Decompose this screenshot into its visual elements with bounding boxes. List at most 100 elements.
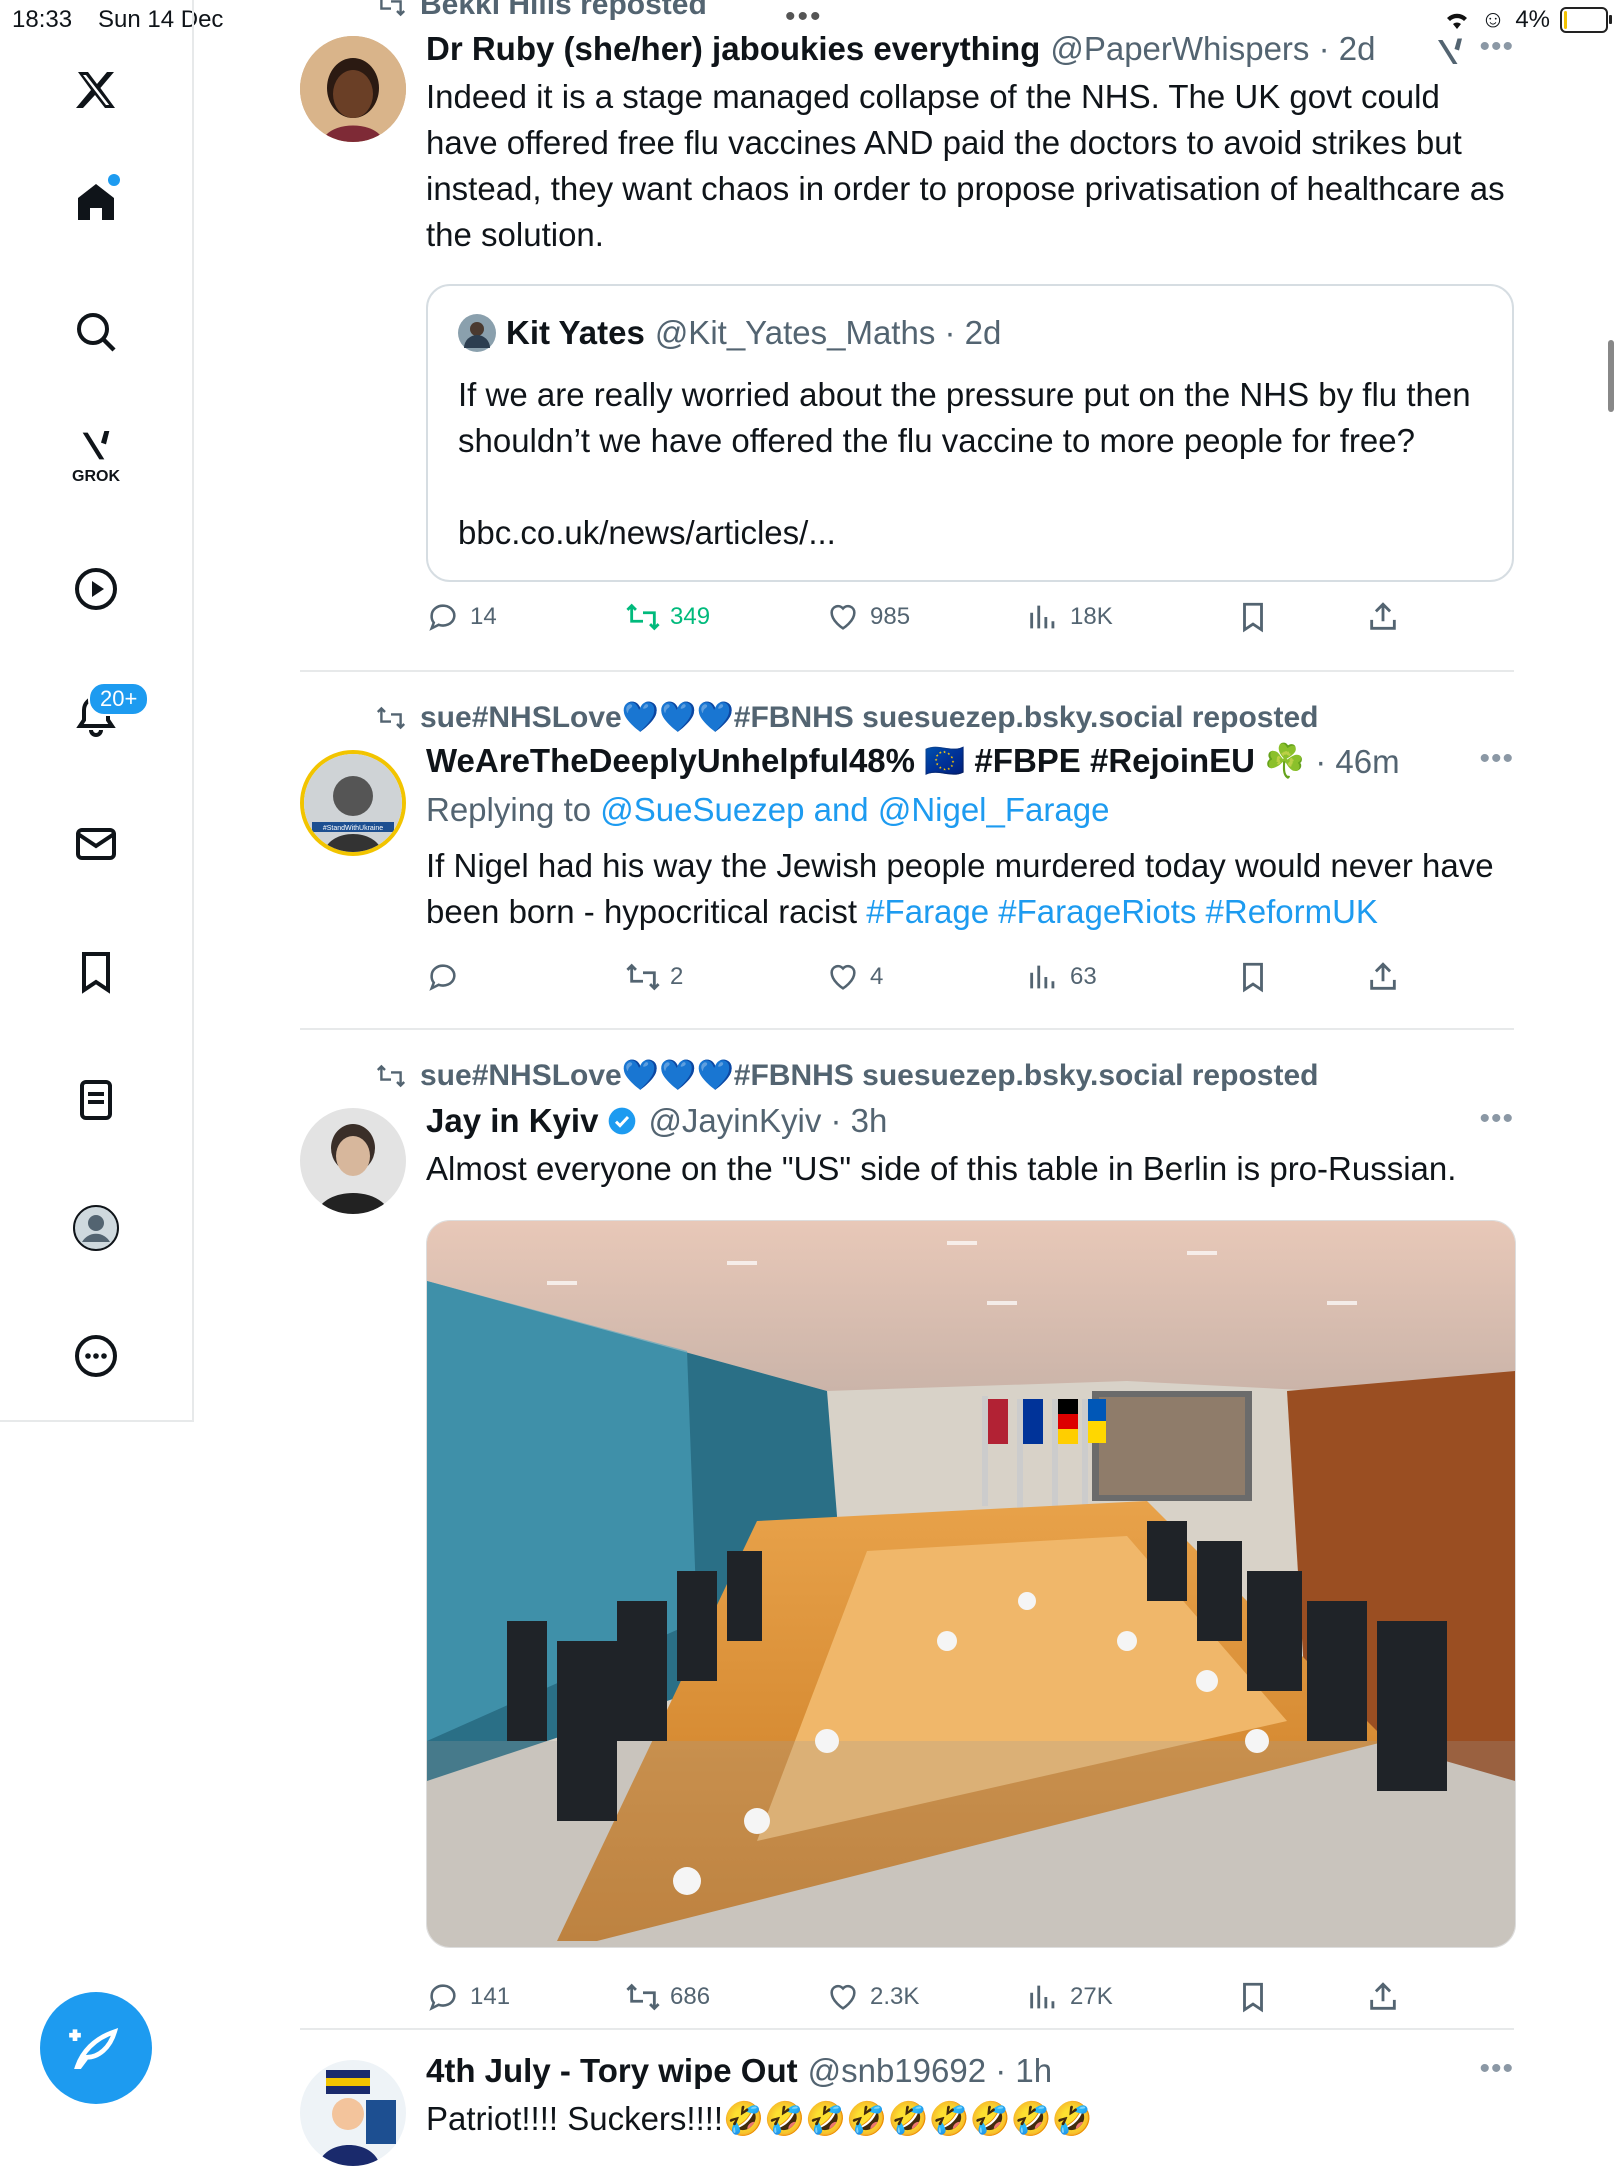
scrollbar-thumb[interactable] [1608,340,1614,412]
repost-by-text: Bekki Hills reposted [420,0,707,21]
more-options-icon[interactable]: ••• [1479,30,1514,64]
author-name[interactable]: 4th July - Tory wipe Out [426,2052,798,2090]
share-icon [1370,1982,1396,2010]
avatar-photo [300,1108,406,1214]
like-button[interactable]: 985 [826,600,910,634]
video-icon[interactable] [60,553,132,625]
avatar-caption: #StandWithUkraine [323,825,383,832]
notifications-badge: 20+ [88,682,150,716]
quoted-tweet[interactable]: Kit Yates @Kit_Yates_Maths · 2d If we ar… [426,284,1514,582]
bookmark-button[interactable] [1236,1980,1270,2014]
avatar-photo [300,36,406,142]
multitask-dots-icon[interactable]: ••• [785,0,823,34]
share-button[interactable] [1366,600,1400,634]
replying-to-handles[interactable]: @SueSuezep and @Nigel_Farage [600,791,1109,828]
share-icon [1370,602,1396,630]
repost-icon [376,1064,406,1087]
tweet-body: WeAreTheDeeplyUnhelpful48% 🇪🇺 #FBPE #Rej… [426,742,1514,935]
grok-icon[interactable]: GROK [60,410,132,485]
repost-by-text: sue#NHSLove💙💙💙#FBNHS suesuezep.bsky.soci… [420,1059,1319,1092]
views-button[interactable]: 27K [1026,1980,1113,2014]
grok-label: GROK [72,468,120,485]
grok-explain-icon[interactable] [1432,34,1468,70]
author-handle[interactable]: @PaperWhispers · 2d [1050,30,1375,68]
repost-button[interactable]: 686 [626,1980,710,2014]
tweet-text: Patriot!!!! Suckers!!!!🤣🤣🤣🤣🤣🤣🤣🤣🤣 [426,2100,1093,2137]
author-name[interactable]: WeAreTheDeeplyUnhelpful48% 🇪🇺 #FBPE #Rej… [426,742,1305,781]
hashtags[interactable]: #Farage #FarageRiots #ReformUK [866,893,1378,930]
avatar[interactable]: #StandWithUkraine [300,750,406,856]
repost-count: 2 [670,963,684,990]
repost-header: sue#NHSLove💙💙💙#FBNHS suesuezep.bsky.soci… [376,700,1318,735]
more-options-icon[interactable]: ••• [1479,1102,1514,1136]
more-options-icon[interactable]: ••• [1479,742,1514,776]
reply-button[interactable] [426,960,470,994]
reply-icon [429,1984,456,2011]
bookmark-button[interactable] [1236,960,1270,994]
reply-button[interactable]: 141 [426,1980,510,2014]
messages-icon[interactable] [60,808,132,880]
quoted-author-name: Kit Yates [506,314,645,351]
quoted-avatar [458,314,496,352]
divider [300,670,1514,672]
avatar[interactable] [300,36,406,142]
repost-icon [376,706,406,729]
repost-button[interactable]: 349 [626,600,710,634]
quoted-header: Kit Yates @Kit_Yates_Maths · 2d [458,314,1001,352]
battery-fill [1564,11,1567,29]
author-name[interactable]: Dr Ruby (she/her) jaboukies everything [426,30,1040,68]
sidebar: GROK 20+ [0,0,194,1422]
quoted-text: If we are really worried about the press… [458,376,1471,459]
replying-to: Replying to @SueSuezep and @Nigel_Farage [426,791,1514,829]
like-count: 2.3K [870,1983,920,2010]
home-icon[interactable] [60,166,132,238]
divider [300,1028,1514,1030]
like-button[interactable]: 2.3K [826,1980,919,2014]
compose-feather-icon [69,2028,119,2069]
post-time[interactable]: · 46m [1315,743,1399,781]
lists-icon[interactable] [60,1064,132,1136]
avatar[interactable] [300,1108,406,1214]
x-logo-icon[interactable] [60,54,132,126]
avatar[interactable] [300,2060,406,2166]
like-button[interactable]: 4 [826,960,883,994]
reply-icon [429,604,456,631]
repost-icon [626,963,660,991]
more-options-icon[interactable]: ••• [1479,2052,1514,2086]
compose-post-button[interactable] [40,1992,152,2104]
more-options-icon[interactable] [60,1320,132,1392]
views-button[interactable]: 63 [1026,960,1097,994]
replying-to-label: Replying to [426,791,592,828]
bookmark-icon [1243,602,1263,633]
tweet-body: Jay in Kyiv @JayinKyiv · 3h ••• Almost e… [426,1102,1514,1192]
tweet-media-image[interactable] [426,1220,1516,1948]
avatar-photo: #StandWithUkraine [304,754,402,852]
reply-button[interactable]: 14 [426,600,497,634]
bookmarks-icon[interactable] [60,936,132,1008]
repost-icon [380,0,406,17]
divider [300,2028,1514,2030]
quoted-link[interactable]: bbc.co.uk/news/articles/... [458,510,836,556]
repost-count: 686 [670,1983,711,2010]
repost-header: Bekki Hills reposted [376,0,707,22]
view-count: 27K [1070,1983,1113,2010]
repost-header: sue#NHSLove💙💙💙#FBNHS suesuezep.bsky.soci… [376,1058,1318,1093]
heart-icon [830,604,856,630]
reply-count: 14 [470,603,497,630]
author-handle[interactable]: @snb19692 · 1h [808,2052,1053,2090]
share-button[interactable] [1366,960,1400,994]
quoted-author-handle: @Kit_Yates_Maths · 2d [654,314,1002,351]
bookmark-button[interactable] [1236,600,1270,634]
search-icon[interactable] [60,296,132,368]
views-button[interactable]: 18K [1026,600,1113,634]
share-button[interactable] [1366,1980,1400,2014]
profile-avatar-icon[interactable] [60,1192,132,1264]
reply-count: 141 [470,1983,511,2010]
tweet-actions: 2 4 63 [426,960,1514,1000]
tweet-header: WeAreTheDeeplyUnhelpful48% 🇪🇺 #FBPE #Rej… [426,742,1514,781]
repost-button[interactable]: 2 [626,960,683,994]
author-name[interactable]: Jay in Kyiv [426,1102,598,1140]
author-handle[interactable]: @JayinKyiv · 3h [648,1102,887,1140]
tweet-text-block: If Nigel had his way the Jewish people m… [426,843,1514,935]
tweet-text: Indeed it is a stage managed collapse of… [426,78,1505,253]
